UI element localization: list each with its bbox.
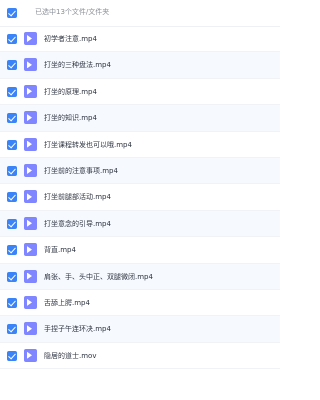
selection-header: 已选中13个文件/文件夹 bbox=[0, 0, 280, 27]
file-name[interactable]: 舌舔上腭.mp4 bbox=[44, 298, 90, 308]
file-row[interactable]: 隐居的道士.mov bbox=[0, 343, 280, 370]
file-name[interactable]: 肩张、手、头中正、双腿微闭.mp4 bbox=[44, 272, 153, 282]
row-checkbox[interactable] bbox=[7, 60, 17, 71]
video-file-icon bbox=[24, 163, 37, 177]
file-name[interactable]: 打坐的原理.mp4 bbox=[44, 87, 97, 97]
row-checkbox[interactable] bbox=[7, 86, 17, 97]
file-list-panel: 已选中13个文件/文件夹 初学者注意.mp4 打坐的三种盘法.mp4 打坐的原理… bbox=[0, 0, 280, 400]
video-file-icon bbox=[24, 190, 37, 204]
video-file-icon bbox=[24, 137, 37, 151]
video-file-icon bbox=[24, 348, 37, 362]
video-file-icon bbox=[24, 295, 37, 309]
file-row[interactable]: 背直.mp4 bbox=[0, 237, 280, 264]
row-checkbox[interactable] bbox=[7, 139, 17, 150]
video-file-icon bbox=[24, 243, 37, 257]
file-name[interactable]: 打坐的知识.mp4 bbox=[44, 113, 97, 123]
file-name[interactable]: 打坐的三种盘法.mp4 bbox=[44, 60, 111, 70]
video-file-icon bbox=[24, 216, 37, 230]
row-checkbox[interactable] bbox=[7, 324, 17, 335]
row-checkbox[interactable] bbox=[7, 113, 17, 124]
row-checkbox[interactable] bbox=[7, 350, 17, 361]
select-all-checkbox[interactable] bbox=[7, 8, 17, 18]
file-name[interactable]: 打坐前腿部活动.mp4 bbox=[44, 192, 111, 202]
file-row[interactable]: 打坐的三种盘法.mp4 bbox=[0, 52, 280, 79]
row-checkbox[interactable] bbox=[7, 165, 17, 176]
file-name[interactable]: 打坐前的注意事项.mp4 bbox=[44, 166, 118, 176]
file-row[interactable]: 舌舔上腭.mp4 bbox=[0, 290, 280, 317]
file-row[interactable]: 打坐的知识.mp4 bbox=[0, 105, 280, 132]
file-name[interactable]: 背直.mp4 bbox=[44, 245, 76, 255]
video-file-icon bbox=[24, 269, 37, 283]
row-checkbox[interactable] bbox=[7, 218, 17, 229]
file-row[interactable]: 打坐前的注意事项.mp4 bbox=[0, 157, 280, 185]
file-name[interactable]: 打坐课程转发也可以哦.mp4 bbox=[44, 140, 132, 150]
file-row[interactable]: 打坐课程转发也可以哦.mp4 bbox=[0, 132, 280, 158]
file-list: 初学者注意.mp4 打坐的三种盘法.mp4 打坐的原理.mp4 打坐的知识.mp… bbox=[0, 26, 280, 370]
row-checkbox[interactable] bbox=[7, 245, 17, 256]
file-row[interactable]: 初学者注意.mp4 bbox=[0, 26, 280, 53]
video-file-icon bbox=[24, 32, 37, 45]
video-file-icon bbox=[24, 84, 37, 98]
file-name[interactable]: 打坐意念的引导.mp4 bbox=[44, 219, 111, 229]
row-checkbox[interactable] bbox=[7, 192, 17, 203]
row-checkbox[interactable] bbox=[7, 271, 17, 282]
selection-summary: 已选中13个文件/文件夹 bbox=[35, 8, 110, 16]
file-name[interactable]: 隐居的道士.mov bbox=[44, 351, 96, 361]
video-file-icon bbox=[24, 111, 37, 125]
file-row[interactable]: 手捏子午连环决.mp4 bbox=[0, 316, 280, 343]
file-name[interactable]: 手捏子午连环决.mp4 bbox=[44, 324, 111, 334]
file-row[interactable]: 打坐的原理.mp4 bbox=[0, 79, 280, 106]
file-row[interactable]: 打坐前腿部活动.mp4 bbox=[0, 184, 280, 211]
video-file-icon bbox=[24, 58, 37, 72]
video-file-icon bbox=[24, 322, 37, 336]
row-checkbox[interactable] bbox=[7, 34, 17, 44]
file-name[interactable]: 初学者注意.mp4 bbox=[44, 34, 97, 44]
file-row[interactable]: 肩张、手、头中正、双腿微闭.mp4 bbox=[0, 263, 280, 290]
row-checkbox[interactable] bbox=[7, 297, 17, 308]
file-row[interactable]: 打坐意念的引导.mp4 bbox=[0, 210, 280, 238]
